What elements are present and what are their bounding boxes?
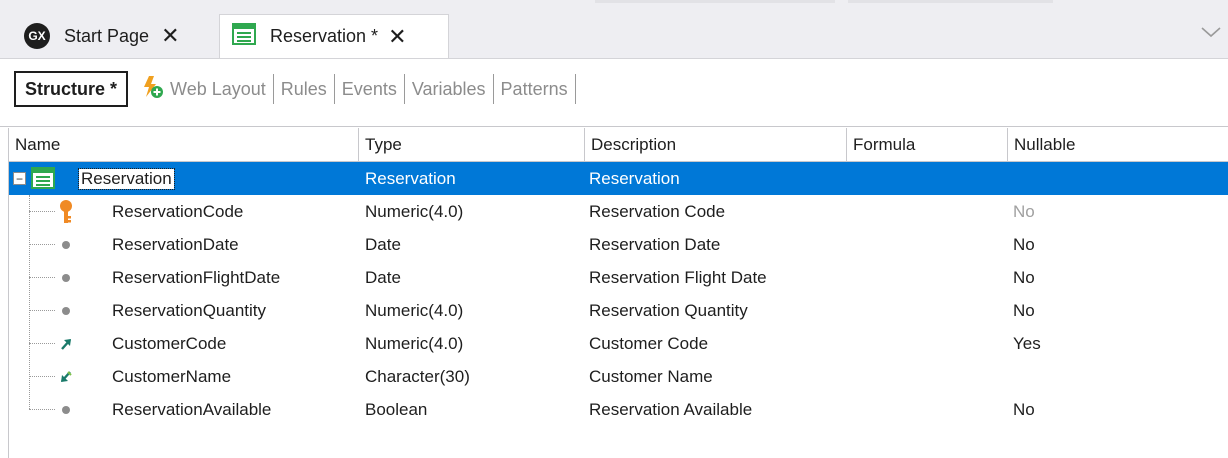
type-cell[interactable]: Date: [359, 261, 401, 294]
description-cell[interactable]: Reservation Date: [585, 228, 720, 261]
tree-connector: [29, 343, 55, 344]
dot-icon: [55, 300, 77, 322]
close-icon[interactable]: ✕: [388, 25, 406, 48]
root-name[interactable]: Reservation: [78, 167, 175, 190]
tab-strip-accent-line: [595, 0, 835, 3]
tree-connector: [29, 409, 55, 410]
attribute-name[interactable]: ReservationQuantity: [112, 294, 266, 327]
table-row[interactable]: CustomerCode Numeric(4.0) Customer Code …: [9, 327, 1228, 360]
tab-structure[interactable]: Structure *: [14, 71, 129, 107]
table-row[interactable]: ReservationQuantity Numeric(4.0) Reserva…: [9, 294, 1228, 327]
type-cell[interactable]: Numeric(4.0): [359, 327, 463, 360]
gx-icon: GX: [24, 23, 50, 49]
tree-connector: [29, 244, 55, 245]
part-tab-list: Structure * Web Layout Rules Events Vari…: [14, 71, 576, 107]
transaction-icon: [31, 167, 55, 194]
divider: [0, 126, 1228, 127]
attribute-name[interactable]: ReservationFlightDate: [112, 261, 280, 294]
attribute-name[interactable]: ReservationDate: [112, 228, 239, 261]
description-cell[interactable]: Reservation Quantity: [585, 294, 748, 327]
column-header-name[interactable]: Name: [9, 128, 359, 162]
table-row[interactable]: CustomerName Character(30) Customer Name: [9, 360, 1228, 393]
attribute-name[interactable]: CustomerCode: [112, 327, 226, 360]
foreign-key-arrow-icon: [55, 333, 77, 355]
tab-web-layout[interactable]: Web Layout: [140, 74, 274, 104]
description-cell[interactable]: Customer Name: [585, 360, 713, 393]
type-cell[interactable]: Character(30): [359, 360, 470, 393]
tree-connector: [29, 310, 55, 311]
close-icon[interactable]: ✕: [161, 25, 179, 47]
nullable-cell[interactable]: No: [1013, 393, 1035, 426]
grid-header: Name Type Description Formula Nullable: [9, 128, 1228, 162]
tree-connector: [29, 211, 55, 212]
tab-start-page[interactable]: GX Start Page ✕: [14, 14, 219, 58]
column-header-formula[interactable]: Formula: [847, 128, 1008, 162]
type-cell[interactable]: Numeric(4.0): [359, 195, 463, 228]
table-row[interactable]: ReservationFlightDate Date Reservation F…: [9, 261, 1228, 294]
attribute-name[interactable]: CustomerName: [112, 360, 231, 393]
attribute-name[interactable]: ReservationAvailable: [112, 393, 271, 426]
type-cell[interactable]: Numeric(4.0): [359, 294, 463, 327]
structure-grid[interactable]: Name Type Description Formula Nullable −…: [8, 128, 1228, 458]
tab-web-layout-label: Web Layout: [170, 78, 266, 99]
type-cell[interactable]: Date: [359, 228, 401, 261]
tree-connector: [29, 277, 55, 278]
document-tab-strip: GX Start Page ✕ Reservation * ✕: [0, 0, 1228, 58]
inferred-arrow-icon: [55, 366, 77, 388]
table-row[interactable]: ReservationAvailable Boolean Reservation…: [9, 393, 1228, 426]
name-cell: − Reservation: [9, 162, 359, 195]
tree-connector: [29, 376, 55, 377]
type-cell[interactable]: Reservation: [359, 162, 456, 195]
description-cell[interactable]: Reservation Code: [585, 195, 725, 228]
tab-label: Start Page: [64, 25, 150, 46]
tab-reservation[interactable]: Reservation * ✕: [219, 14, 449, 58]
transaction-icon: [232, 23, 256, 50]
column-header-type[interactable]: Type: [359, 128, 585, 162]
tab-patterns[interactable]: Patterns: [494, 74, 576, 104]
dot-icon: [55, 399, 77, 421]
tab-strip-accent-line: [848, 0, 1053, 3]
tab-events[interactable]: Events: [335, 74, 405, 104]
table-row[interactable]: ReservationCode Numeric(4.0) Reservation…: [9, 195, 1228, 228]
type-cell[interactable]: Boolean: [359, 393, 427, 426]
nullable-cell[interactable]: No: [1013, 195, 1035, 228]
web-layout-icon: [140, 75, 164, 104]
nullable-cell[interactable]: No: [1013, 261, 1035, 294]
nullable-cell[interactable]: Yes: [1013, 327, 1041, 360]
attribute-name[interactable]: ReservationCode: [112, 195, 243, 228]
description-cell[interactable]: Reservation Flight Date: [585, 261, 767, 294]
table-row[interactable]: ReservationDate Date Reservation Date No: [9, 228, 1228, 261]
key-icon: [55, 200, 77, 223]
object-part-tabs: Structure * Web Layout Rules Events Vari…: [0, 58, 1228, 126]
tab-rules[interactable]: Rules: [274, 74, 335, 104]
column-header-nullable[interactable]: Nullable: [1008, 128, 1228, 162]
nullable-cell[interactable]: No: [1013, 294, 1035, 327]
chevron-down-icon[interactable]: [1200, 24, 1222, 44]
description-cell[interactable]: Reservation Available: [585, 393, 752, 426]
table-row-root[interactable]: − Reservation Reservation Reservation: [9, 162, 1228, 195]
description-cell[interactable]: Reservation: [585, 162, 680, 195]
dot-icon: [55, 234, 77, 256]
tab-label: Reservation *: [270, 26, 379, 46]
tab-variables[interactable]: Variables: [405, 74, 494, 104]
collapse-icon[interactable]: −: [13, 172, 26, 185]
nullable-cell[interactable]: No: [1013, 228, 1035, 261]
description-cell[interactable]: Customer Code: [585, 327, 708, 360]
dot-icon: [55, 267, 77, 289]
column-header-description[interactable]: Description: [585, 128, 847, 162]
